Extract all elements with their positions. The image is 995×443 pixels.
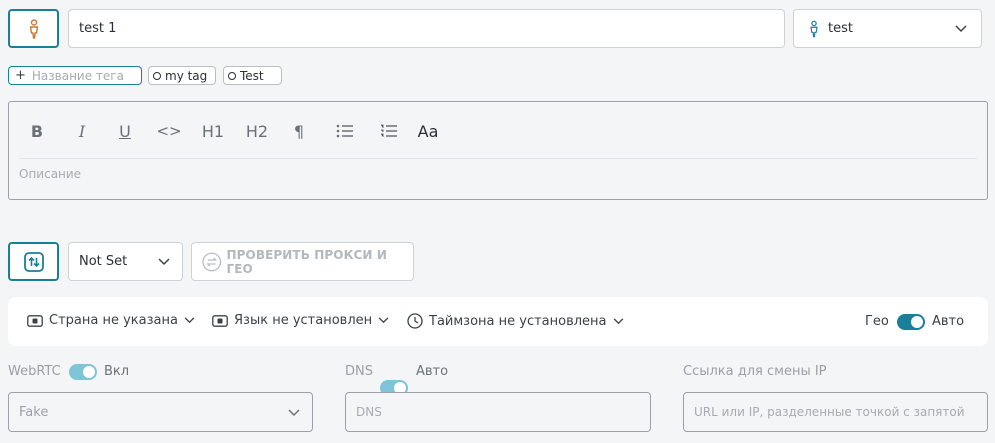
numbered-list-button[interactable] <box>379 120 399 142</box>
heading2-button[interactable]: H2 <box>245 120 269 142</box>
language-icon <box>212 314 228 327</box>
bullet-list-icon <box>336 124 353 138</box>
paragraph-button[interactable]: ¶ <box>292 120 306 142</box>
flag-icon <box>27 314 43 327</box>
bullet-list-button[interactable] <box>335 120 355 142</box>
plus-icon: + <box>15 68 26 83</box>
description-editor: B I U <> H1 H2 ¶ Aa Описание <box>8 101 988 200</box>
heading1-button[interactable]: H1 <box>201 120 225 142</box>
italic-button[interactable]: I <box>75 120 89 142</box>
chevron-down-icon <box>955 25 967 33</box>
timezone-value: Таймзона не установлена <box>429 313 607 329</box>
ip-change-input[interactable]: URL или IP, разделенные точкой с запятой <box>683 392 988 432</box>
tag-dot-icon <box>153 71 161 80</box>
description-placeholder[interactable]: Описание <box>19 167 81 181</box>
chevron-down-icon <box>184 317 195 324</box>
owner-select[interactable]: test <box>793 9 982 48</box>
toggle-knob <box>83 366 95 378</box>
person-icon <box>810 20 818 37</box>
bold-button[interactable]: B <box>29 120 45 142</box>
profile-name-value: test 1 <box>79 21 117 36</box>
proxy-type-select[interactable]: Not Set <box>68 242 183 281</box>
tag-chip[interactable]: Test <box>223 66 282 85</box>
proxy-type-value: Not Set <box>79 254 128 269</box>
tag-label: my tag <box>165 68 208 83</box>
geo-label: Гео <box>865 314 889 329</box>
tag-add-placeholder: Название тега <box>31 68 124 83</box>
toggle-knob <box>911 316 923 328</box>
font-button[interactable]: Aa <box>417 120 439 142</box>
check-proxy-label: ПРОВЕРИТЬ ПРОКСИ И ГЕО <box>226 247 387 276</box>
dns-placeholder: DNS <box>356 405 382 419</box>
webrtc-state: Вкл <box>104 364 130 379</box>
profile-name-input[interactable]: test 1 <box>68 9 785 48</box>
webrtc-mode-select[interactable]: Fake <box>8 392 313 432</box>
chevron-down-icon <box>613 317 623 324</box>
dns-state: Авто <box>416 364 449 379</box>
webrtc-label: WebRTC <box>8 364 61 379</box>
webrtc-toggle[interactable] <box>69 364 97 380</box>
tag-label: Test <box>240 68 264 83</box>
person-icon <box>29 18 38 39</box>
timezone-select[interactable]: Таймзона не установлена <box>407 313 624 329</box>
tag-add-input[interactable]: + Название тега <box>8 66 142 85</box>
check-proxy-button[interactable]: ПРОВЕРИТЬ ПРОКСИ И ГЕО <box>191 242 414 281</box>
language-select[interactable]: Язык не установлен <box>212 313 389 328</box>
dns-input[interactable]: DNS <box>345 392 651 432</box>
geo-auto-label: Авто <box>932 314 965 329</box>
chevron-down-icon <box>378 317 389 324</box>
tag-dot-icon <box>228 71 236 80</box>
geo-auto-toggle[interactable] <box>897 314 925 330</box>
profile-avatar-button[interactable] <box>8 9 59 48</box>
webrtc-mode-value: Fake <box>19 404 49 420</box>
country-value: Страна не указана <box>49 313 178 328</box>
dns-label: DNS <box>345 364 373 379</box>
tag-chip[interactable]: my tag <box>148 66 216 85</box>
underline-button[interactable]: U <box>117 120 133 142</box>
editor-divider <box>19 158 977 159</box>
clock-icon <box>407 313 423 329</box>
chevron-down-icon <box>158 258 170 266</box>
swap-icon <box>23 251 44 272</box>
refresh-icon <box>202 252 222 271</box>
ip-change-placeholder: URL или IP, разделенные точкой с запятой <box>694 405 965 419</box>
ip-change-label: Ссылка для смены IP <box>683 364 827 379</box>
numbered-list-icon <box>381 124 397 137</box>
owner-select-value: test <box>828 21 853 36</box>
code-button[interactable]: <> <box>156 120 181 142</box>
country-select[interactable]: Страна не указана <box>27 313 195 328</box>
language-value: Язык не установлен <box>234 313 373 328</box>
geo-panel: Страна не указана Язык не установлен Тай… <box>8 297 988 346</box>
chevron-down-icon <box>288 409 300 417</box>
proxy-mode-button[interactable] <box>8 242 59 281</box>
